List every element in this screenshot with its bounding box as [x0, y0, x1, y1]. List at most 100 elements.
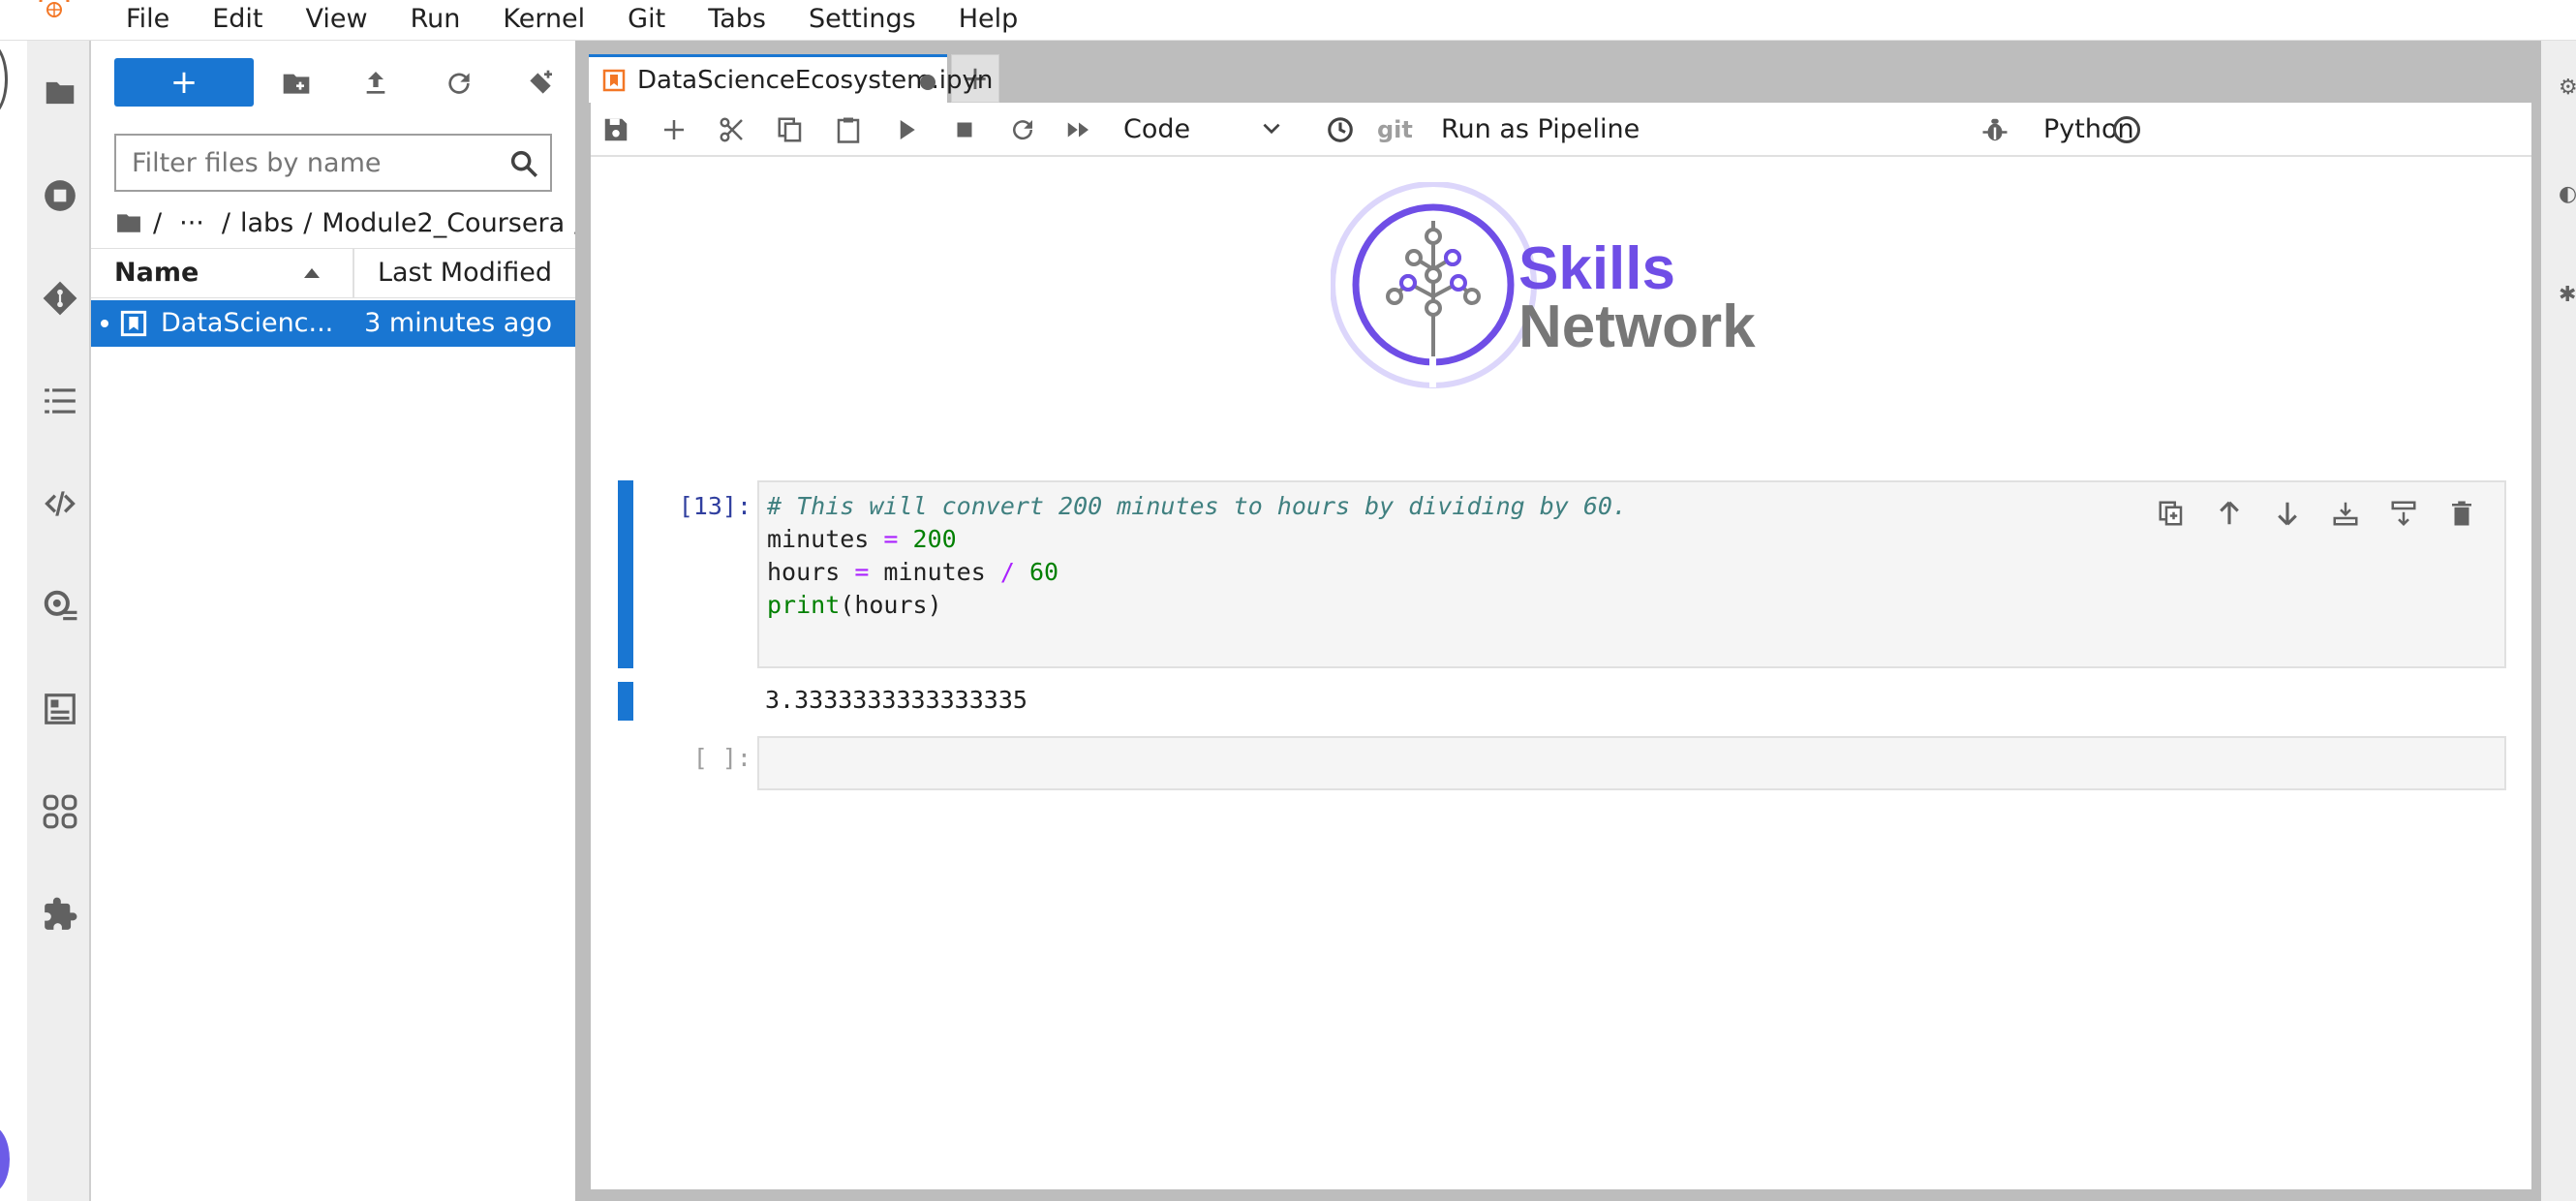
- menu-settings[interactable]: Settings: [787, 0, 937, 39]
- column-name-label: Name: [114, 258, 199, 288]
- folder-crumb-icon[interactable]: [116, 212, 141, 233]
- notebook-toolbar: Code git Run as Pipeline Python: [591, 103, 2531, 157]
- menu-view[interactable]: View: [284, 0, 388, 39]
- output-collapser[interactable]: [618, 682, 633, 721]
- component-catalog-icon[interactable]: [39, 790, 81, 833]
- code-token: hours: [767, 558, 855, 586]
- interrupt-kernel-icon[interactable]: [947, 112, 982, 147]
- cut-icon[interactable]: [715, 112, 750, 147]
- git-icon[interactable]: [39, 277, 81, 320]
- menu-git[interactable]: Git: [606, 0, 687, 39]
- menu-tabs[interactable]: Tabs: [687, 0, 787, 39]
- tab-label: DataScienceEcosystem.ipyn: [637, 65, 994, 95]
- cell-action-toolbar: [2152, 494, 2500, 533]
- file-modified: 3 minutes ago: [364, 308, 552, 338]
- code-line: print(hours): [767, 589, 2497, 622]
- tab-bar: DataScienceEcosystem.ipyn +: [589, 54, 999, 103]
- running-indicator-icon: [101, 320, 108, 327]
- right-sidebar: ⚙ ◐ ✱: [2541, 41, 2576, 1201]
- menu-run[interactable]: Run: [389, 0, 482, 39]
- menu-bar: File Edit View Run Kernel Git Tabs Setti…: [0, 0, 2576, 41]
- insert-above-icon[interactable]: [2326, 494, 2365, 533]
- column-header-last-modified[interactable]: Last Modified: [378, 249, 552, 297]
- menu-edit[interactable]: Edit: [191, 0, 284, 39]
- run-as-pipeline-button[interactable]: Run as Pipeline: [1441, 103, 1640, 157]
- move-up-icon[interactable]: [2210, 494, 2249, 533]
- breadcrumb-labs[interactable]: labs: [240, 208, 293, 238]
- breadcrumb: / ··· / labs / Module2_Coursera /: [116, 201, 593, 244]
- notebook-icon: [602, 69, 626, 92]
- running-icon[interactable]: [39, 174, 81, 217]
- extension-icon[interactable]: [39, 893, 81, 936]
- file-browser: + / ··· / labs / Module2_Coursera / Na: [91, 41, 583, 1201]
- file-name: DataScienc...: [161, 308, 334, 338]
- new-folder-icon[interactable]: [277, 64, 316, 103]
- main-dock-area: DataScienceEcosystem.ipyn + Code git Run…: [575, 41, 2541, 1201]
- code-token: 60: [1028, 558, 1059, 586]
- runtimes-icon[interactable]: [39, 688, 81, 730]
- file-list-header: Name Last Modified: [91, 248, 575, 298]
- insert-cell-icon[interactable]: [657, 112, 691, 147]
- menu-items: File Edit View Run Kernel Git Tabs Setti…: [105, 0, 1039, 39]
- duplicate-cell-icon[interactable]: [2152, 494, 2191, 533]
- kernel-idle-status-icon: [2113, 116, 2140, 143]
- debugger-tab-icon[interactable]: ✱: [2559, 283, 2576, 307]
- filter-files-input[interactable]: [132, 147, 500, 178]
- sort-ascending-icon: [304, 268, 320, 278]
- git-diff-button[interactable]: git: [1377, 103, 1413, 157]
- clock-icon[interactable]: [1323, 112, 1358, 147]
- table-of-contents-icon[interactable]: [39, 380, 81, 422]
- code-token: =: [854, 558, 870, 586]
- restart-run-all-icon[interactable]: [1061, 112, 1096, 147]
- property-inspector-tab-icon[interactable]: ⚙: [2559, 76, 2576, 100]
- code-token: print: [767, 591, 841, 619]
- code-token: 200: [912, 525, 957, 553]
- refresh-icon[interactable]: [440, 64, 478, 103]
- search-icon: [510, 150, 538, 178]
- menu-kernel[interactable]: Kernel: [481, 0, 606, 39]
- cell-type-select[interactable]: Code: [1114, 110, 1278, 149]
- unsaved-indicator-icon[interactable]: [920, 75, 935, 90]
- save-icon[interactable]: [598, 112, 633, 147]
- logo-text-network: Network: [1518, 293, 1756, 360]
- cell-prompt: [ ]:: [692, 744, 751, 772]
- menu-help[interactable]: Help: [937, 0, 1040, 39]
- jupyter-logo-icon[interactable]: [35, 0, 74, 29]
- copy-icon[interactable]: [773, 112, 808, 147]
- debugger-icon[interactable]: [1978, 112, 2012, 147]
- code-snippet-icon[interactable]: [39, 482, 81, 525]
- breadcrumb-separator: /: [153, 207, 163, 238]
- paste-icon[interactable]: [831, 112, 866, 147]
- file-browser-toolbar: +: [91, 54, 575, 108]
- run-cell-icon[interactable]: [889, 112, 924, 147]
- delete-cell-icon[interactable]: [2442, 494, 2481, 533]
- notebook-panel: Code git Run as Pipeline Python Skills N…: [591, 103, 2531, 1189]
- upload-icon[interactable]: [356, 64, 395, 103]
- git-clone-icon[interactable]: [521, 64, 560, 103]
- code-token: minutes: [767, 525, 884, 553]
- breadcrumb-ellipsis[interactable]: ···: [179, 208, 204, 238]
- menu-file[interactable]: File: [105, 0, 191, 39]
- code-token: /: [999, 558, 1015, 586]
- column-header-name[interactable]: Name: [114, 249, 354, 297]
- code-token: =: [883, 525, 899, 553]
- code-token: minutes: [869, 558, 1000, 586]
- empty-code-cell-editor[interactable]: [757, 736, 2506, 790]
- breadcrumb-module2-coursera[interactable]: Module2_Coursera: [322, 208, 565, 238]
- breadcrumb-separator: /: [221, 207, 230, 238]
- palette-tab-icon[interactable]: ◐: [2559, 182, 2576, 206]
- move-down-icon[interactable]: [2268, 494, 2307, 533]
- insert-below-icon[interactable]: [2384, 494, 2423, 533]
- breadcrumb-separator: /: [303, 207, 313, 238]
- property-inspector-icon[interactable]: [39, 585, 81, 628]
- restart-kernel-icon[interactable]: [1005, 112, 1040, 147]
- new-launcher-button[interactable]: +: [114, 58, 254, 107]
- notebook-icon: [120, 310, 147, 337]
- cell-prompt: [13]:: [678, 492, 751, 520]
- tab-datascienceecosystem[interactable]: DataScienceEcosystem.ipyn: [589, 54, 993, 103]
- folder-icon[interactable]: [39, 72, 81, 114]
- file-list-item[interactable]: DataScienc... 3 minutes ago: [91, 300, 575, 347]
- filter-box: [114, 134, 552, 192]
